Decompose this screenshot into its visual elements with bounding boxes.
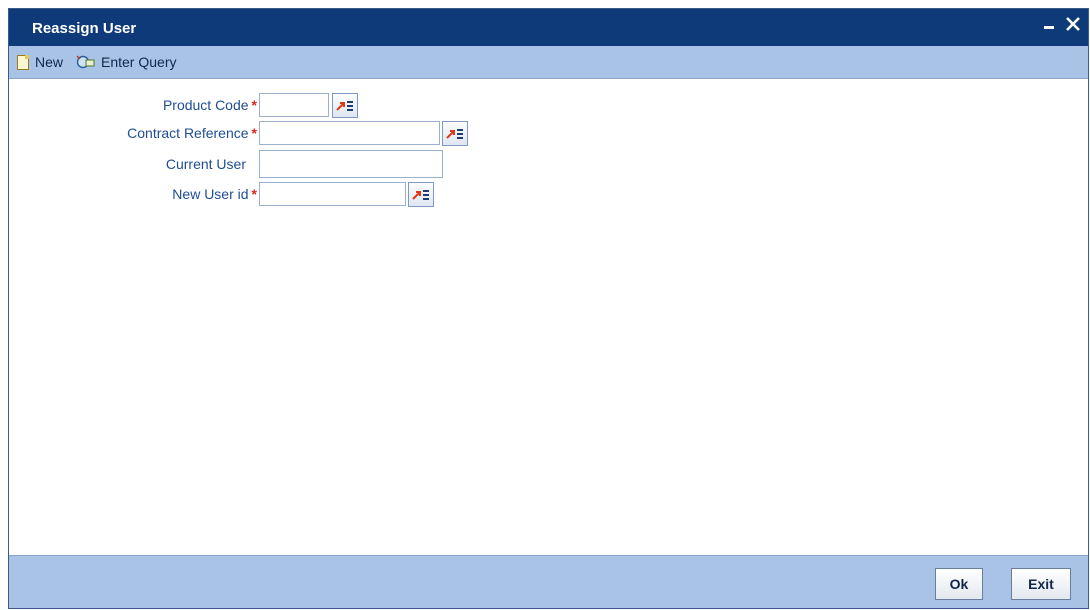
product-code-label-container: Product Code *	[9, 93, 257, 117]
title-bar: Reassign User	[9, 9, 1088, 46]
contract-reference-label-container: Contract Reference *	[9, 121, 257, 145]
product-code-input[interactable]	[259, 93, 329, 117]
exit-button[interactable]: Exit	[1011, 568, 1071, 600]
close-icon	[1066, 17, 1080, 31]
required-marker: *	[251, 97, 257, 113]
new-user-id-lov-button[interactable]	[408, 182, 434, 207]
enter-query-label: Enter Query	[101, 54, 177, 70]
ok-button[interactable]: Ok	[935, 568, 983, 600]
reassign-user-window: Reassign User New Enter Query Product Co…	[8, 8, 1089, 609]
contract-reference-input[interactable]	[259, 121, 440, 145]
minimize-icon	[1044, 26, 1054, 29]
new-user-id-label-container: New User id *	[9, 182, 257, 206]
new-label: New	[35, 54, 64, 70]
footer-bar: Ok Exit	[9, 555, 1088, 608]
list-of-values-icon	[412, 190, 429, 200]
list-of-values-icon	[336, 101, 353, 111]
current-user-input[interactable]	[259, 150, 443, 178]
new-document-icon	[17, 54, 29, 70]
current-user-label: Current User	[165, 156, 246, 172]
product-code-lov-button[interactable]	[332, 93, 358, 118]
enter-query-icon	[76, 55, 95, 69]
contract-reference-label: Contract Reference *	[127, 125, 257, 141]
minimize-button[interactable]	[1042, 13, 1056, 36]
enter-query-button[interactable]: Enter Query	[75, 52, 176, 72]
list-of-values-icon	[446, 129, 463, 139]
toolbar: New Enter Query	[9, 46, 1088, 79]
required-marker: *	[251, 125, 257, 141]
contract-reference-lov-button[interactable]	[442, 121, 468, 146]
product-code-label: Product Code *	[162, 97, 257, 113]
new-user-id-input[interactable]	[259, 182, 406, 206]
window-title: Reassign User	[32, 20, 137, 37]
current-user-label-container: Current User	[9, 152, 246, 176]
new-user-id-label: New User id *	[172, 186, 257, 202]
close-button[interactable]	[1064, 15, 1082, 39]
required-marker: *	[251, 186, 257, 202]
new-button[interactable]: New	[17, 52, 63, 72]
